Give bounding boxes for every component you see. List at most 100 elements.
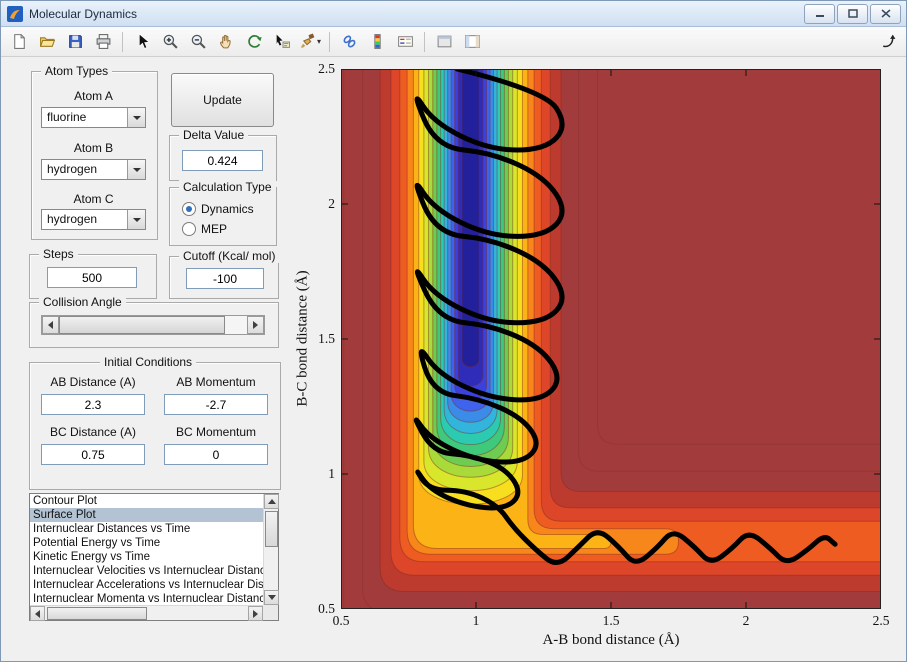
list-vertical-scrollbar[interactable] — [263, 494, 278, 605]
x-axis-label: A-B bond distance (Å) — [341, 632, 881, 649]
plot-area[interactable] — [341, 69, 881, 609]
atom-c-value: hydrogen — [42, 210, 127, 229]
scroll-right-button[interactable] — [248, 606, 263, 621]
list-item[interactable]: Internuclear Accelerations vs Internucle… — [30, 578, 263, 592]
close-icon — [881, 7, 891, 21]
atom-b-dropdown[interactable]: hydrogen — [41, 159, 146, 180]
cutoff-title: Cutoff (Kcal/ mol) — [179, 249, 279, 263]
list-item[interactable]: Internuclear Distances vs Time — [30, 522, 263, 536]
rotate-3d-icon — [246, 33, 263, 50]
bc-momentum-field[interactable] — [164, 444, 268, 465]
initial-conditions-title: Initial Conditions — [100, 355, 196, 369]
atom-b-label: Atom B — [31, 141, 156, 155]
slider-left-arrow[interactable] — [42, 316, 59, 334]
slider-track[interactable] — [225, 316, 247, 334]
chevron-down-icon — [133, 168, 141, 172]
app-icon — [7, 6, 23, 22]
x-tick-label: 2.5 — [864, 613, 898, 629]
atom-b-dropdown-button[interactable] — [127, 160, 145, 179]
horizontal-scroll-thumb[interactable] — [47, 607, 147, 620]
insert-colorbar-button[interactable] — [364, 29, 390, 55]
scroll-down-button[interactable] — [264, 590, 279, 605]
save-button[interactable] — [62, 29, 88, 55]
maximize-icon — [848, 7, 858, 21]
show-plot-tools-button[interactable] — [459, 29, 485, 55]
list-item[interactable]: Contour Plot — [30, 494, 263, 508]
list-horizontal-scrollbar[interactable] — [30, 605, 263, 620]
atom-c-dropdown-button[interactable] — [127, 210, 145, 229]
atom-types-title: Atom Types — [41, 64, 112, 78]
slider-thumb[interactable] — [59, 316, 225, 334]
atom-c-label: Atom C — [31, 192, 156, 206]
close-button[interactable] — [870, 4, 901, 24]
link-plots-button[interactable] — [336, 29, 362, 55]
bc-distance-label: BC Distance (A) — [41, 425, 145, 439]
toolbar-separator — [424, 32, 425, 52]
arrow-left-icon — [35, 610, 40, 618]
scroll-up-button[interactable] — [264, 494, 279, 509]
brush-caret-icon[interactable]: ▾ — [317, 37, 321, 46]
pan-button[interactable] — [213, 29, 239, 55]
ab-distance-field[interactable] — [41, 394, 145, 415]
delta-value-title: Delta Value — [179, 128, 248, 142]
new-button[interactable] — [6, 29, 32, 55]
arrow-down-icon — [268, 595, 276, 600]
show-plot-tools-icon — [464, 33, 481, 50]
pointer-icon — [134, 33, 151, 50]
y-axis-label: B-C bond distance (Å) — [295, 189, 312, 489]
contour-plot[interactable] — [341, 69, 881, 609]
steps-field[interactable] — [47, 267, 137, 288]
rotate-3d-button[interactable] — [241, 29, 267, 55]
data-cursor-button[interactable] — [269, 29, 295, 55]
cutoff-field[interactable] — [186, 268, 264, 289]
print-button[interactable] — [90, 29, 116, 55]
atom-a-dropdown-button[interactable] — [127, 108, 145, 127]
calculation-type-panel: Calculation Type — [169, 187, 277, 246]
mep-radio[interactable]: MEP — [182, 222, 227, 236]
title-bar[interactable]: Molecular Dynamics — [1, 1, 906, 27]
insert-legend-icon — [397, 33, 414, 50]
zoom-out-button[interactable] — [185, 29, 211, 55]
atom-a-dropdown[interactable]: fluorine — [41, 107, 146, 128]
open-button[interactable] — [34, 29, 60, 55]
list-item[interactable]: Internuclear Velocities vs Internuclear … — [30, 564, 263, 578]
maximize-button[interactable] — [837, 4, 868, 24]
collision-angle-slider[interactable] — [41, 315, 265, 335]
app-window: Molecular Dynamics ▾ Atom Types Atom A f… — [0, 0, 907, 662]
radio-unselected-icon — [182, 222, 196, 236]
list-item[interactable]: Kinetic Energy vs Time — [30, 550, 263, 564]
toolbar: ▾ — [1, 27, 906, 57]
list-item[interactable]: Internuclear Momenta vs Internuclear Dis… — [30, 592, 263, 605]
ab-distance-label: AB Distance (A) — [41, 375, 145, 389]
brush-button[interactable]: ▾ — [297, 29, 323, 55]
atom-c-dropdown[interactable]: hydrogen — [41, 209, 146, 230]
vertical-scroll-thumb[interactable] — [265, 511, 278, 547]
hide-plot-tools-button[interactable] — [431, 29, 457, 55]
scrollbar-corner — [263, 605, 278, 620]
dock-figure-button[interactable] — [875, 29, 901, 55]
insert-colorbar-icon — [369, 33, 386, 50]
update-button[interactable]: Update — [171, 73, 274, 127]
insert-legend-button[interactable] — [392, 29, 418, 55]
scroll-left-button[interactable] — [30, 606, 45, 621]
pointer-button[interactable] — [129, 29, 155, 55]
arrow-right-icon — [253, 321, 258, 329]
collision-angle-title: Collision Angle — [39, 295, 126, 309]
delta-value-field[interactable] — [182, 150, 263, 171]
bc-distance-field[interactable] — [41, 444, 145, 465]
list-item[interactable]: Surface Plot — [30, 508, 263, 522]
dock-figure-icon — [880, 33, 897, 50]
minimize-button[interactable] — [804, 4, 835, 24]
ab-momentum-field[interactable] — [164, 394, 268, 415]
atom-b-value: hydrogen — [42, 160, 127, 179]
atom-a-label: Atom A — [31, 89, 156, 103]
zoom-in-button[interactable] — [157, 29, 183, 55]
slider-right-arrow[interactable] — [247, 316, 264, 334]
plot-type-listbox: Contour PlotSurface PlotInternuclear Dis… — [29, 493, 279, 621]
x-tick-label: 1 — [459, 613, 493, 629]
dynamics-radio[interactable]: Dynamics — [182, 202, 254, 216]
arrow-left-icon — [48, 321, 53, 329]
steps-title: Steps — [39, 247, 78, 261]
atom-a-value: fluorine — [42, 108, 127, 127]
list-item[interactable]: Potential Energy vs Time — [30, 536, 263, 550]
